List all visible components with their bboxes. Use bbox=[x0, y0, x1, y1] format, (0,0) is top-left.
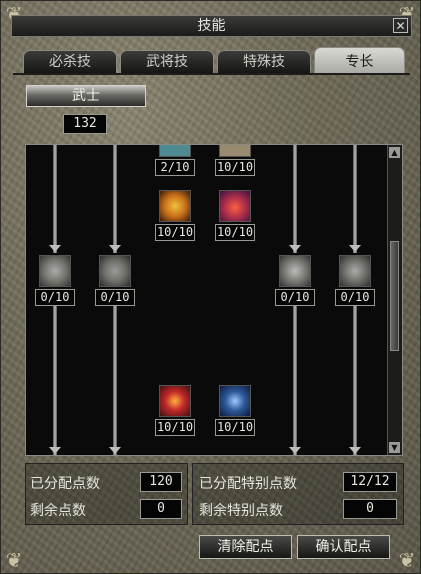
skill-level: 10/10 bbox=[215, 224, 255, 241]
tree-connector bbox=[113, 145, 117, 253]
special-allocated-label: 已分配特别点数 bbox=[199, 476, 297, 492]
tab-divider bbox=[13, 73, 410, 75]
scroll-thumb[interactable] bbox=[390, 241, 399, 351]
fire-orb-icon[interactable] bbox=[219, 190, 251, 222]
allocated-points-value: 120 bbox=[140, 472, 182, 492]
tab-special-skills[interactable]: 特殊技 bbox=[217, 50, 311, 74]
special-remaining-value: 0 bbox=[343, 499, 397, 519]
tab-bar: 必杀技 武将技 特殊技 专长 bbox=[23, 47, 405, 74]
skill-level: 0/10 bbox=[275, 289, 315, 306]
tab-expertise[interactable]: 专长 bbox=[314, 47, 405, 74]
tab-general-skills[interactable]: 武将技 bbox=[120, 50, 214, 74]
special-points-summary: 已分配特别点数 12/12 剩余特别点数 0 bbox=[192, 463, 404, 525]
skill-icon-left-1[interactable] bbox=[39, 255, 71, 287]
tree-connector bbox=[353, 145, 357, 253]
window-title: 技能 bbox=[197, 18, 226, 34]
skill-icon-right-2[interactable] bbox=[339, 255, 371, 287]
scroll-down-icon[interactable]: ▼ bbox=[389, 442, 400, 453]
skill-level: 0/10 bbox=[35, 289, 75, 306]
arrow-down-icon bbox=[49, 245, 61, 252]
skills-window: ❦ ❦ ❦ ❦ 技能 ✕ 必杀技 武将技 特殊技 专长 武士 132 2/10 bbox=[0, 0, 421, 574]
skill-icon-left-2[interactable] bbox=[99, 255, 131, 287]
corner-ornament-icon: ❦ bbox=[398, 548, 416, 572]
skill-tree-scrollbar[interactable]: ▲ ▼ bbox=[387, 145, 402, 455]
tree-connector bbox=[293, 145, 297, 253]
tree-connector bbox=[293, 305, 297, 455]
blue-warrior-icon[interactable] bbox=[219, 385, 251, 417]
tab-special-moves[interactable]: 必杀技 bbox=[23, 50, 117, 74]
corner-ornament-icon: ❦ bbox=[5, 548, 23, 572]
points-total: 132 bbox=[63, 114, 107, 134]
skill-level: 10/10 bbox=[155, 419, 195, 436]
arrow-down-icon bbox=[109, 447, 121, 454]
close-icon: ✕ bbox=[395, 19, 406, 33]
skill-level: 0/10 bbox=[95, 289, 135, 306]
clear-points-button[interactable]: 清除配点 bbox=[199, 535, 292, 559]
skill-icon-top-b[interactable] bbox=[219, 145, 251, 157]
red-warrior-icon[interactable] bbox=[159, 385, 191, 417]
allocated-points-label: 已分配点数 bbox=[30, 476, 100, 492]
skill-level: 0/10 bbox=[335, 289, 375, 306]
skill-icon-top-a[interactable] bbox=[159, 145, 191, 157]
close-button[interactable]: ✕ bbox=[393, 18, 408, 33]
arrow-down-icon bbox=[289, 447, 301, 454]
title-bar[interactable]: 技能 ✕ bbox=[11, 15, 412, 37]
scroll-up-icon[interactable]: ▲ bbox=[389, 147, 400, 158]
skill-level: 10/10 bbox=[215, 419, 255, 436]
tree-connector bbox=[53, 145, 57, 253]
tree-connector bbox=[353, 305, 357, 455]
arrow-down-icon bbox=[349, 447, 361, 454]
class-button[interactable]: 武士 bbox=[26, 85, 146, 107]
skill-level: 10/10 bbox=[215, 159, 255, 176]
skill-tree-panel: 2/10 10/10 10/10 10/10 0/10 0/10 0/10 0/… bbox=[25, 144, 403, 456]
special-allocated-value: 12/12 bbox=[343, 472, 397, 492]
arrow-down-icon bbox=[349, 245, 361, 252]
arrow-down-icon bbox=[109, 245, 121, 252]
arrow-down-icon bbox=[49, 447, 61, 454]
special-remaining-label: 剩余特别点数 bbox=[199, 503, 283, 519]
tree-connector bbox=[53, 305, 57, 455]
skill-level: 10/10 bbox=[155, 224, 195, 241]
tree-connector bbox=[113, 305, 117, 455]
skill-level: 2/10 bbox=[155, 159, 195, 176]
spear-strike-icon[interactable] bbox=[159, 190, 191, 222]
remaining-points-label: 剩余点数 bbox=[30, 503, 86, 519]
confirm-points-button[interactable]: 确认配点 bbox=[297, 535, 390, 559]
remaining-points-value: 0 bbox=[140, 499, 182, 519]
points-summary: 已分配点数 120 剩余点数 0 bbox=[25, 463, 188, 525]
skill-icon-right-1[interactable] bbox=[279, 255, 311, 287]
arrow-down-icon bbox=[289, 245, 301, 252]
